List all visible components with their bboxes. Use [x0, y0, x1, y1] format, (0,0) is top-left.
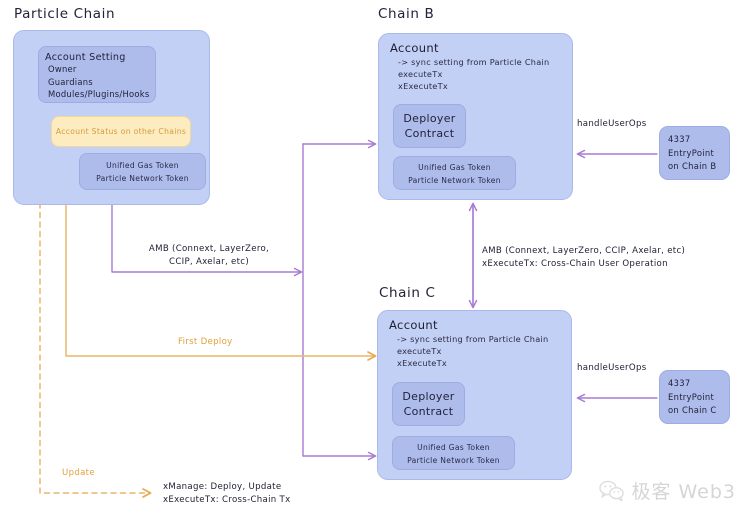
chain-b-token-line-2: Particle Network Token [408, 175, 501, 185]
particle-token-line-1: Unified Gas Token [106, 161, 179, 170]
wechat-icon [599, 480, 625, 501]
chain-b-account-line-1: -> sync setting from Particle Chain [398, 57, 550, 67]
chain-c-tokens-card: Unified Gas Token Particle Network Token [392, 436, 515, 470]
chain-b-tokens-card: Unified Gas Token Particle Network Token [393, 156, 516, 190]
particle-tokens-card: Unified Gas Token Particle Network Token [79, 153, 206, 190]
chain-c-entrypoint-line-1: 4337 [668, 378, 691, 388]
chain-b-token-line-1: Unified Gas Token [418, 163, 491, 172]
chain-c-deployer-line-2: Contract [403, 405, 454, 418]
account-status-card: Account Status on other Chains [51, 116, 191, 147]
legend-line-2: xExecuteTx: Cross-Chain Tx [163, 494, 291, 505]
amb-left-label-line-1: AMB (Connext, LayerZero, [148, 244, 270, 254]
chain-b-account-block: Account -> sync setting from Particle Ch… [390, 41, 565, 93]
account-status-label: Account Status on other Chains [55, 127, 187, 136]
account-setting-item-modules: Modules/Plugins/Hooks [48, 89, 150, 100]
chain-c-entrypoint-card: 4337 EntryPoint on Chain C [659, 370, 730, 424]
chain-b-account-heading: Account [390, 41, 439, 55]
chain-b-deployer-line-2: Contract [404, 127, 455, 140]
chain-c-account-line-2: executeTx [397, 346, 442, 357]
account-setting-heading: Account Setting [45, 52, 126, 63]
amb-mid-label-line-2: xExecuteTx: Cross-Chain User Operation [482, 258, 668, 269]
chain-c-account-heading: Account [389, 318, 438, 332]
chain-b-entrypoint-line-3: on Chain B [668, 161, 717, 171]
account-setting-item-owner: Owner [48, 64, 77, 74]
legend-block: xManage: Deploy, Update xExecuteTx: Cros… [163, 481, 291, 506]
first-deploy-label: First Deploy [178, 337, 233, 347]
watermark-text: 极客 Web3 [631, 481, 736, 503]
diagram-canvas: Particle Chain Account Setting Owner Gua… [0, 0, 750, 516]
chain-c-account-block: Account -> sync setting from Particle Ch… [389, 318, 564, 370]
account-setting-card: Account Setting Owner Guardians Modules/… [38, 46, 156, 103]
chain-b-title: Chain B [378, 6, 435, 22]
amb-mid-label-line-1: AMB (Connext, LayerZero, CCIP, Axelar, e… [482, 246, 686, 256]
amb-left-label: AMB (Connext, LayerZero, CCIP, Axelar, e… [124, 243, 294, 268]
amb-left-label-line-2: CCIP, Axelar, etc) [169, 256, 249, 267]
chain-b-entrypoint-card: 4337 EntryPoint on Chain B [659, 126, 730, 180]
chain-c-entrypoint-line-2: EntryPoint [668, 391, 715, 402]
chain-c-entrypoint-line-3: on Chain C [668, 405, 717, 415]
chain-c-token-line-2: Particle Network Token [407, 455, 500, 465]
account-setting-item-guardians: Guardians [48, 76, 93, 87]
chain-c-deployer-card: Deployer Contract [392, 382, 465, 426]
chain-b-entrypoint-line-1: 4337 [668, 134, 691, 144]
chain-c-handle-user-ops-label: handleUserOps [577, 363, 647, 373]
chain-b-entrypoint-line-2: EntryPoint [668, 147, 715, 158]
chain-b-handle-user-ops-label: handleUserOps [577, 119, 647, 129]
watermark: 极客 Web3 [599, 477, 736, 504]
chain-b-account-line-2: executeTx [398, 69, 443, 80]
chain-c-title: Chain C [379, 285, 436, 301]
particle-token-line-2: Particle Network Token [96, 173, 189, 183]
chain-c-account-line-1: -> sync setting from Particle Chain [397, 334, 549, 344]
chain-b-deployer-line-1: Deployer [403, 112, 456, 125]
legend-line-1: xManage: Deploy, Update [163, 482, 282, 492]
chain-c-account-line-3: xExecuteTx [397, 358, 447, 369]
chain-c-token-line-1: Unified Gas Token [417, 443, 490, 452]
chain-b-deployer-card: Deployer Contract [393, 104, 466, 148]
update-label: Update [62, 468, 95, 478]
chain-b-account-line-3: xExecuteTx [398, 81, 448, 92]
particle-chain-title: Particle Chain [14, 6, 116, 22]
chain-c-deployer-line-1: Deployer [402, 390, 455, 403]
amb-mid-label: AMB (Connext, LayerZero, CCIP, Axelar, e… [482, 245, 685, 270]
